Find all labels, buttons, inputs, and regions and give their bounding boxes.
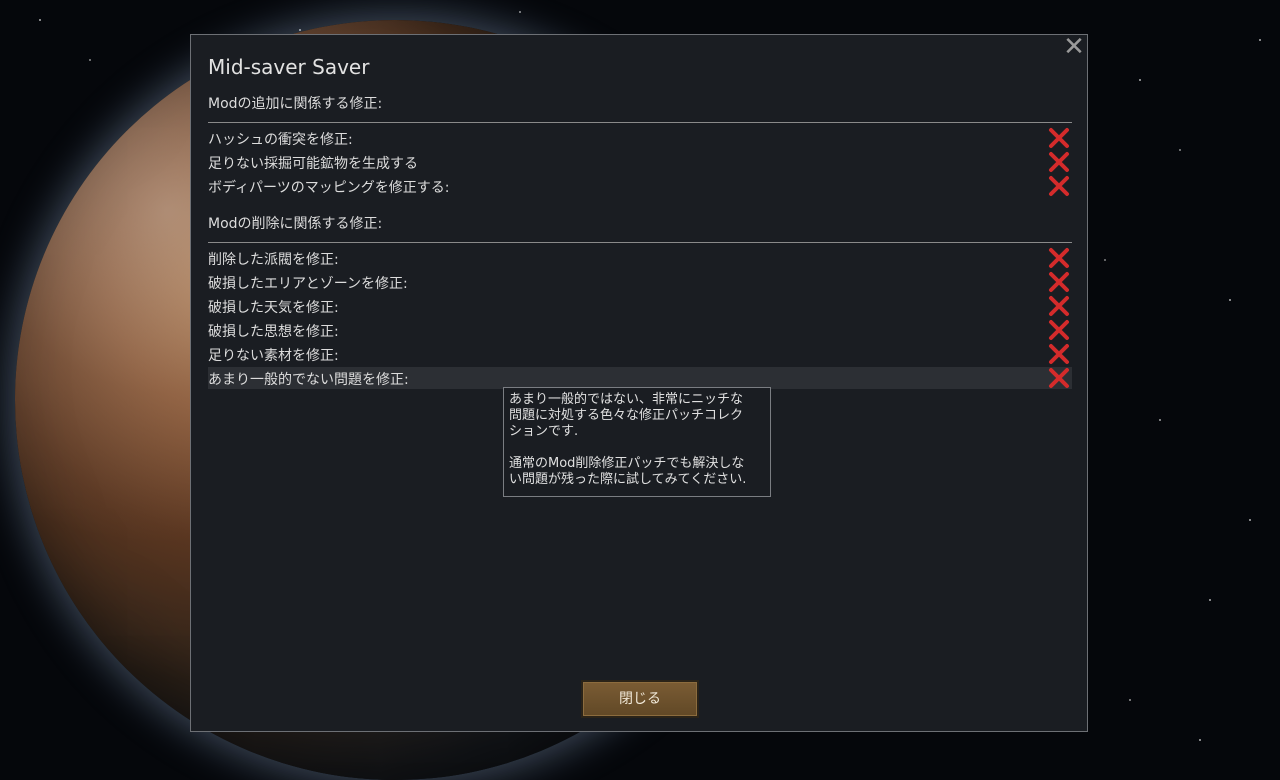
fix-row[interactable]: 破損したエリアとゾーンを修正:: [208, 271, 1072, 293]
fix-row[interactable]: ボディパーツのマッピングを修正する:: [208, 175, 1072, 197]
dialog-title: Mid-saver Saver: [208, 55, 370, 79]
tooltip: あまり一般的ではない、非常にニッチな 問題に対処する色々な修正パッチコレク ショ…: [503, 387, 771, 497]
x-icon[interactable]: [1048, 151, 1070, 173]
x-icon[interactable]: [1048, 343, 1070, 365]
section-divider: [208, 122, 1072, 123]
fix-row-label: 破損したエリアとゾーンを修正:: [208, 276, 408, 292]
fix-row-label: ボディパーツのマッピングを修正する:: [208, 180, 450, 196]
fix-row[interactable]: ハッシュの衝突を修正:: [208, 127, 1072, 149]
fix-row[interactable]: 足りない採掘可能鉱物を生成する: [208, 151, 1072, 173]
section-divider: [208, 242, 1072, 243]
x-icon[interactable]: [1048, 271, 1070, 293]
x-icon[interactable]: [1048, 295, 1070, 317]
mod-fix-dialog: ✕ Mid-saver Saver Modの追加に関係する修正: ハッシュの衝突…: [190, 34, 1088, 732]
fix-row[interactable]: 破損した天気を修正:: [208, 295, 1072, 317]
fix-row-label: ハッシュの衝突を修正:: [208, 132, 353, 148]
fix-row-label: 足りない素材を修正:: [208, 348, 339, 364]
close-icon[interactable]: ✕: [1063, 34, 1085, 60]
fix-row-label: あまり一般的でない問題を修正:: [208, 372, 409, 388]
fix-row-label: 足りない採掘可能鉱物を生成する: [208, 156, 418, 172]
x-icon[interactable]: [1048, 247, 1070, 269]
fix-row-label: 破損した天気を修正:: [208, 300, 339, 316]
fix-row-label: 破損した思想を修正:: [208, 324, 339, 340]
fix-row[interactable]: 足りない素材を修正:: [208, 343, 1072, 365]
section-header-add-mods: Modの追加に関係する修正:: [208, 96, 383, 112]
fix-row[interactable]: 破損した思想を修正:: [208, 319, 1072, 341]
x-icon[interactable]: [1048, 175, 1070, 197]
close-button[interactable]: 閉じる: [581, 680, 699, 718]
fix-row-label: 削除した派閥を修正:: [208, 252, 339, 268]
fix-row-hovered[interactable]: あまり一般的でない問題を修正:: [208, 367, 1072, 389]
x-icon[interactable]: [1048, 319, 1070, 341]
fix-row[interactable]: 削除した派閥を修正:: [208, 247, 1072, 269]
section-header-remove-mods: Modの削除に関係する修正:: [208, 216, 383, 232]
x-icon[interactable]: [1048, 367, 1070, 389]
x-icon[interactable]: [1048, 127, 1070, 149]
